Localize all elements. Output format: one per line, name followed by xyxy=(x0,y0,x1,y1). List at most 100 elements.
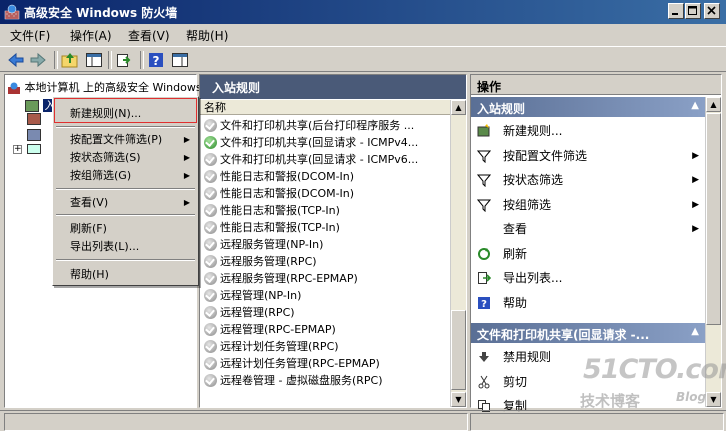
rule-enabled-icon xyxy=(204,135,217,149)
table-row[interactable]: 性能日志和警报(TCP-In) xyxy=(204,202,450,219)
action-label: 导出列表... xyxy=(503,271,563,285)
table-row[interactable]: 性能日志和警报(DCOM-In) xyxy=(204,185,450,202)
collapse-up-icon[interactable]: ▲ xyxy=(691,100,699,111)
context-menu-item[interactable]: 帮助(H) xyxy=(53,265,198,285)
rule-disabled-icon xyxy=(204,305,217,319)
context-menu-item[interactable]: 导出列表(L)... xyxy=(53,237,198,257)
table-row[interactable]: 远程管理(RPC-EPMAP) xyxy=(204,321,450,338)
table-row[interactable]: 远程服务管理(NP-In) xyxy=(204,236,450,253)
column-header-name[interactable]: 名称 xyxy=(200,100,450,115)
actions-section-inbound[interactable]: 入站规则 ▲ xyxy=(471,97,705,117)
context-menu-item[interactable]: 按组筛选(G) ▶ xyxy=(53,166,198,186)
scroll-up-arrow[interactable]: ▲ xyxy=(706,97,721,112)
watermark-logo: 51CTO.com xyxy=(583,354,726,385)
table-row[interactable]: 远程服务管理(RPC) xyxy=(204,253,450,270)
collapse-up-icon[interactable]: ▲ xyxy=(691,326,699,337)
menu-file[interactable]: 文件(F) xyxy=(10,27,50,44)
status-cell xyxy=(470,413,724,431)
scroll-up-arrow[interactable]: ▲ xyxy=(451,100,466,115)
action-item[interactable]: 查看 ▶ xyxy=(475,218,701,240)
expand-monitor-toggle[interactable]: + xyxy=(13,145,22,154)
menu-item-label: 按配置文件筛选(P) xyxy=(70,133,163,146)
back-button[interactable] xyxy=(6,50,26,70)
table-row[interactable]: 远程卷管理 - 虚拟磁盘服务(RPC) xyxy=(204,372,450,389)
close-button[interactable] xyxy=(704,3,720,19)
title-bar[interactable]: 高级安全 Windows 防火墙 xyxy=(0,0,726,24)
menu-item-label: 帮助(H) xyxy=(70,268,109,281)
rule-name: 远程管理(RPC-EPMAP) xyxy=(220,323,336,336)
table-row[interactable]: 性能日志和警报(DCOM-In) xyxy=(204,168,450,185)
action-label: 查看 xyxy=(503,222,528,236)
rule-name: 文件和打印机共享(回显请求 - ICMPv4... xyxy=(220,136,419,149)
section-title: 入站规则 xyxy=(477,102,526,116)
action-item[interactable]: ? 帮助 xyxy=(475,292,701,314)
context-menu-item[interactable]: 查看(V) ▶ xyxy=(53,193,198,213)
table-row[interactable]: 性能日志和警报(TCP-In) xyxy=(204,219,450,236)
help-icon: ? xyxy=(478,296,490,310)
action-item[interactable]: 按状态筛选 ▶ xyxy=(475,169,701,191)
scroll-down-arrow[interactable]: ▼ xyxy=(451,392,466,407)
new-rule-icon xyxy=(477,124,490,137)
scroll-down-arrow[interactable]: ▼ xyxy=(706,392,721,407)
monitor-icon[interactable] xyxy=(27,144,41,156)
context-menu-item[interactable]: 按状态筛选(S) ▶ xyxy=(53,148,198,168)
menu-item-label: 查看(V) xyxy=(70,196,109,209)
submenu-arrow-icon: ▶ xyxy=(183,135,190,144)
export-icon xyxy=(478,272,491,284)
menu-separator xyxy=(56,126,195,128)
rule-disabled-icon xyxy=(204,373,217,387)
menu-separator xyxy=(56,188,195,190)
context-menu-item[interactable]: 刷新(F) xyxy=(53,219,198,239)
rule-name: 远程服务管理(RPC-EPMAP) xyxy=(220,272,358,285)
action-item[interactable]: 按组筛选 ▶ xyxy=(475,194,701,216)
action-item[interactable]: 刷新 xyxy=(475,243,701,265)
folder-up-icon xyxy=(61,53,78,68)
action-label: 新建规则... xyxy=(503,124,563,138)
table-row[interactable]: 远程计划任务管理(RPC-EPMAP) xyxy=(204,355,450,372)
forward-arrow-icon xyxy=(30,52,46,68)
outbound-rules-icon[interactable] xyxy=(27,113,41,125)
actions-section-selected-rule[interactable]: 文件和打印机共享(回显请求 -... ▲ xyxy=(471,323,705,343)
table-row[interactable]: 文件和打印机共享(回显请求 - ICMPv4... xyxy=(204,134,450,151)
export-list-button[interactable] xyxy=(114,50,134,70)
menu-help[interactable]: 帮助(H) xyxy=(186,27,228,44)
toolbar: ? xyxy=(0,46,726,72)
action-item[interactable]: 导出列表... xyxy=(475,267,701,289)
table-row[interactable]: 远程服务管理(RPC-EPMAP) xyxy=(204,270,450,287)
watermark-subtitle: 技术博客 xyxy=(580,392,641,410)
help-button[interactable]: ? xyxy=(146,50,166,70)
table-row[interactable]: 远程计划任务管理(RPC) xyxy=(204,338,450,355)
action-item[interactable]: 新建规则... xyxy=(475,120,701,142)
table-row[interactable]: 远程管理(RPC) xyxy=(204,304,450,321)
console-tree-icon xyxy=(86,53,102,67)
scroll-thumb[interactable] xyxy=(706,113,721,325)
firewall-root-icon xyxy=(8,82,20,94)
menu-view[interactable]: 查看(V) xyxy=(128,27,170,44)
scroll-thumb[interactable] xyxy=(451,310,466,390)
menu-separator xyxy=(56,259,195,261)
show-hide-tree-button[interactable] xyxy=(84,50,104,70)
status-bar xyxy=(0,410,726,431)
pane-title: 入站规则 xyxy=(200,75,466,99)
menu-item-label: 导出列表(L)... xyxy=(70,240,140,253)
table-row[interactable]: 文件和打印机共享(后台打印程序服务 ... xyxy=(204,117,450,134)
connection-security-icon[interactable] xyxy=(27,129,41,141)
rule-disabled-icon xyxy=(204,271,217,285)
rules-scrollbar[interactable]: ▲ ▼ xyxy=(450,100,466,407)
up-level-button[interactable] xyxy=(60,50,80,70)
minimize-button[interactable] xyxy=(668,3,684,19)
show-hide-action-pane-button[interactable] xyxy=(170,50,190,70)
rule-disabled-icon xyxy=(204,118,217,132)
submenu-arrow-icon: ▶ xyxy=(692,199,699,210)
tree-root[interactable]: 本地计算机 上的高级安全 Windows xyxy=(7,79,202,95)
maximize-button[interactable] xyxy=(685,3,701,19)
context-menu-item[interactable]: 新建规则(N)... xyxy=(53,104,198,124)
rule-disabled-icon xyxy=(204,339,217,353)
table-row[interactable]: 文件和打印机共享(回显请求 - ICMPv6... xyxy=(204,151,450,168)
context-menu-item[interactable]: 按配置文件筛选(P) ▶ xyxy=(53,130,198,150)
filter-icon xyxy=(477,199,491,212)
menu-action[interactable]: 操作(A) xyxy=(70,27,112,44)
table-row[interactable]: 远程管理(NP-In) xyxy=(204,287,450,304)
action-item[interactable]: 按配置文件筛选 ▶ xyxy=(475,145,701,167)
forward-button[interactable] xyxy=(28,50,48,70)
